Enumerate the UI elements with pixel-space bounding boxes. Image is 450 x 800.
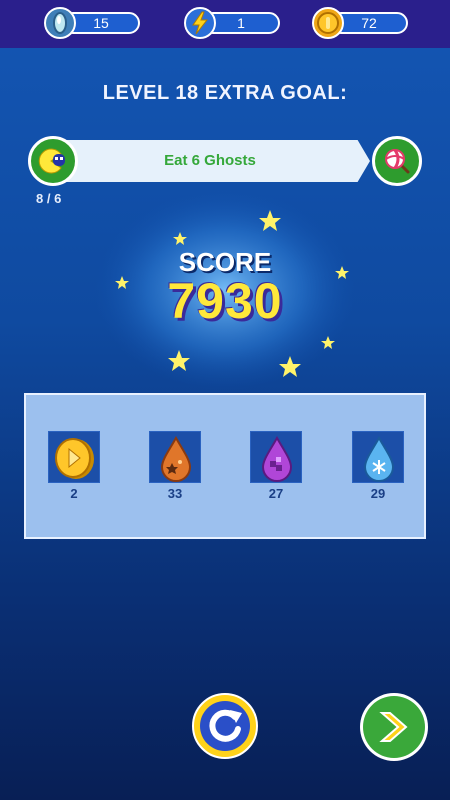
- score-value: 7930: [167, 273, 283, 329]
- reward-count: 29: [370, 486, 386, 501]
- reward-count: 33: [167, 486, 183, 501]
- coin-icon: [312, 7, 344, 39]
- gem-icon: [44, 7, 76, 39]
- coin-icon: [48, 431, 100, 483]
- restart-button[interactable]: [192, 693, 258, 759]
- top-bar: 15 1 72: [0, 0, 450, 48]
- restart-icon: [200, 701, 250, 751]
- reward-item: 2: [48, 431, 100, 503]
- reward-item: 29: [352, 431, 404, 503]
- reward-count: 2: [70, 486, 78, 501]
- purple-drop-icon: [250, 431, 302, 483]
- next-button[interactable]: [360, 693, 428, 761]
- next-arrow-icon: [363, 696, 425, 758]
- goal-progress: 8 / 6: [36, 191, 62, 206]
- ice-drop-icon: [352, 431, 404, 483]
- level-goal-title: LEVEL 18 EXTRA GOAL:: [102, 82, 348, 104]
- orange-drop-icon: [149, 431, 201, 483]
- reward-count: 27: [268, 486, 284, 501]
- reward-item: 33: [149, 431, 201, 503]
- lightning-icon: [184, 7, 216, 39]
- ghost-eater-icon: [28, 136, 78, 186]
- rewards-panel: 2 33 27 29: [24, 393, 426, 539]
- reward-item: 27: [250, 431, 302, 503]
- lollipop-icon[interactable]: [372, 136, 422, 186]
- goal-description: Eat 6 Ghosts: [164, 152, 256, 169]
